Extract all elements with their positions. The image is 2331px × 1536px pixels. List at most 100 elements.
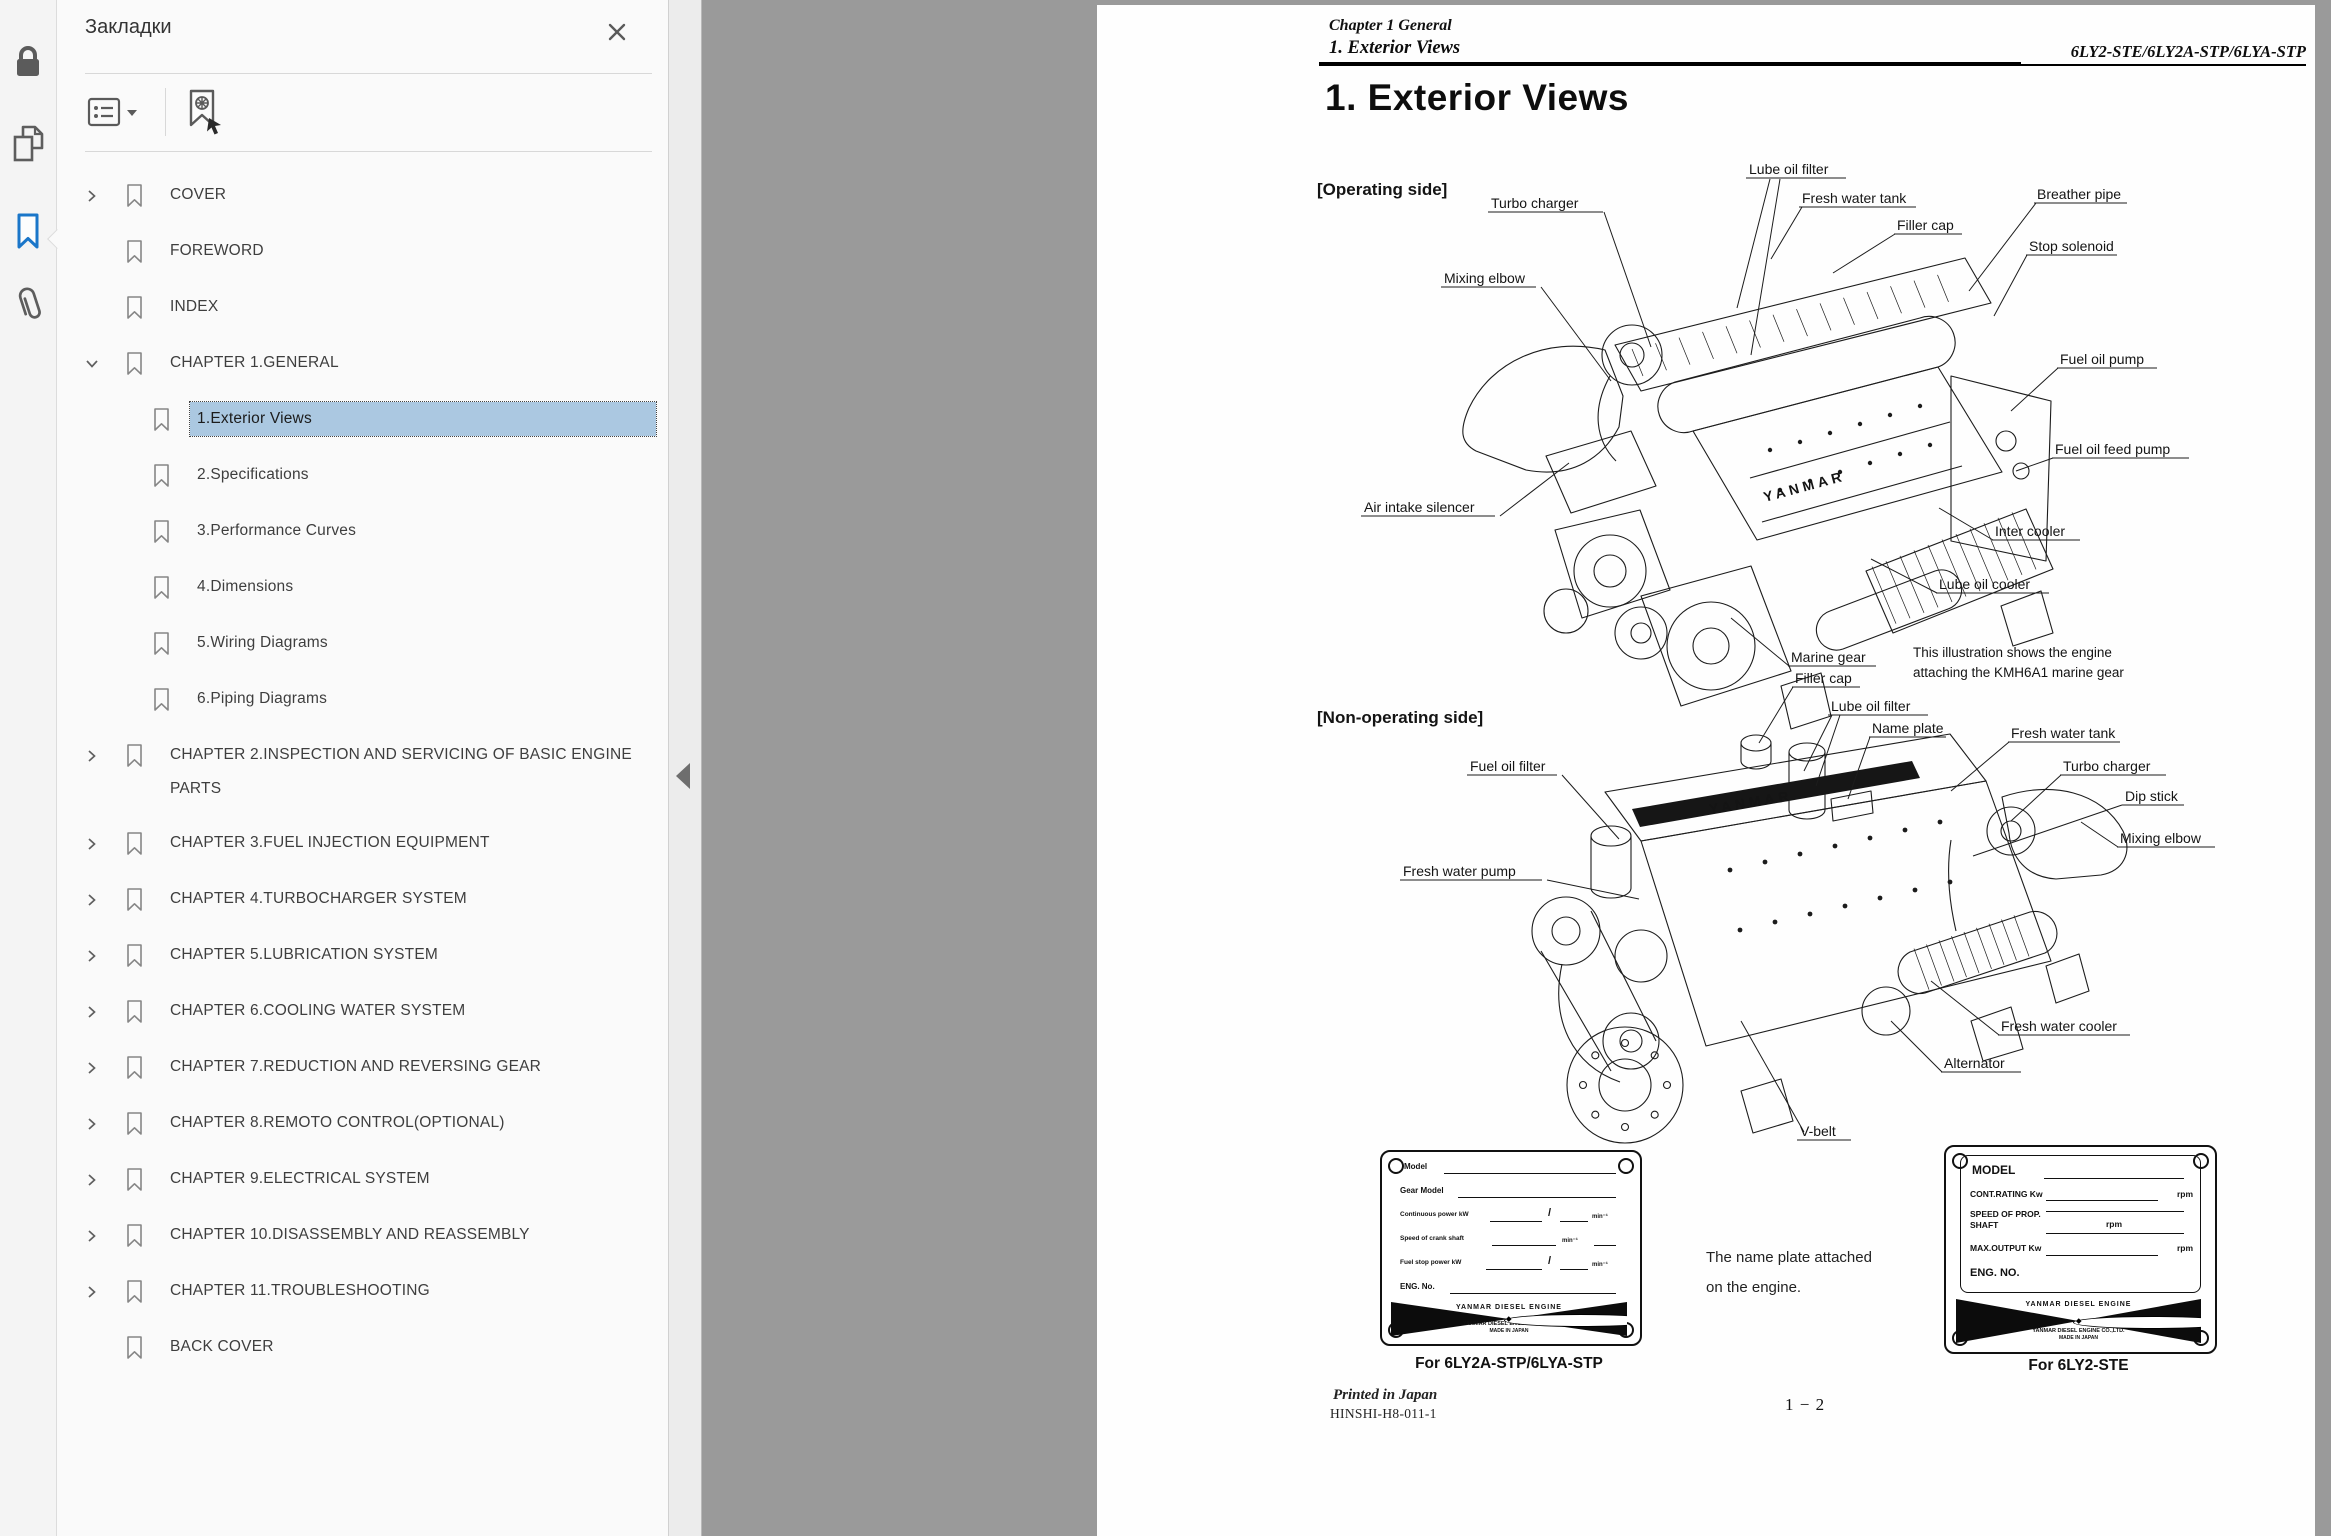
diagram-label: Lube oil cooler [1939, 576, 2030, 592]
close-panel-button[interactable] [604, 20, 630, 46]
bookmark-item[interactable]: INDEX [57, 280, 668, 336]
bookmark-label: CHAPTER 11.TROUBLESHOOTING [163, 1274, 437, 1308]
chevron-right-icon[interactable] [85, 738, 125, 768]
panel-splitter[interactable] [668, 0, 702, 1536]
bookmark-ribbon-icon [152, 626, 172, 662]
band-title: YANMAR DIESEL ENGINE [1433, 1304, 1584, 1311]
bookmark-label: INDEX [163, 290, 225, 324]
bookmark-item[interactable]: COVER [57, 168, 668, 224]
chevron-right-icon[interactable] [85, 178, 125, 208]
plate-unit: min⁻¹ [1592, 1213, 1608, 1220]
plate-row-label: Model [1404, 1162, 1427, 1171]
security-lock-icon[interactable] [8, 40, 48, 84]
bookmark-label: CHAPTER 6.COOLING WATER SYSTEM [163, 994, 472, 1028]
page-running-header-line2: 1. Exterior Views [1329, 38, 1460, 59]
diagram-label: Fresh water cooler [2001, 1018, 2117, 1034]
bookmark-item[interactable]: CHAPTER 1.GENERAL [57, 336, 668, 392]
bookmark-item[interactable]: CHAPTER 7.REDUCTION AND REVERSING GEAR [57, 1040, 668, 1096]
bookmark-item[interactable]: CHAPTER 4.TURBOCHARGER SYSTEM [57, 872, 668, 928]
diagram-label: [Non-operating side] [1317, 708, 1483, 727]
bookmark-item[interactable]: CHAPTER 2.INSPECTION AND SERVICING OF BA… [57, 728, 668, 816]
chevron-right-icon[interactable] [85, 938, 125, 968]
plate-row-label: MAX.OUTPUT Kw [1970, 1243, 2041, 1253]
bookmark-item[interactable]: 1.Exterior Views [57, 392, 668, 448]
diagram-label: Air intake silencer [1364, 499, 1475, 515]
page-thumbnails-icon[interactable] [8, 122, 48, 166]
collapse-panel-arrow[interactable] [676, 763, 690, 789]
bookmark-ribbon-icon [125, 738, 145, 774]
bookmark-item[interactable]: CHAPTER 9.ELECTRICAL SYSTEM [57, 1152, 668, 1208]
attachments-icon[interactable] [8, 283, 48, 327]
engine-illustrations: YANMARYANMAR [1463, 258, 2127, 1143]
diagram-label: Fuel oil pump [2060, 351, 2144, 367]
close-icon [606, 21, 628, 43]
bookmark-label: COVER [163, 178, 233, 212]
bookmark-item[interactable]: 3.Performance Curves [57, 504, 668, 560]
chevron-right-icon[interactable] [85, 826, 125, 856]
bookmark-item[interactable]: CHAPTER 10.DISASSEMBLY AND REASSEMBLY [57, 1208, 668, 1264]
bookmark-options-button[interactable] [87, 96, 139, 130]
bookmark-item[interactable]: 2.Specifications [57, 448, 668, 504]
bookmark-ribbon-icon [125, 1050, 145, 1086]
bookmark-item[interactable]: CHAPTER 8.REMOTO CONTROL(OPTIONAL) [57, 1096, 668, 1152]
bookmark-item[interactable]: 4.Dimensions [57, 560, 668, 616]
document-viewer[interactable]: Chapter 1 General 1. Exterior Views 6LY2… [701, 0, 2331, 1536]
add-bookmark-button[interactable] [183, 88, 225, 138]
diagram-label: This illustration shows the engine [1913, 645, 2112, 660]
bookmark-ribbon-icon [125, 178, 145, 214]
bookmark-item[interactable]: FOREWORD [57, 224, 668, 280]
bookmark-ribbon-icon [125, 826, 145, 862]
diagram-label: Breather pipe [2037, 186, 2121, 202]
footer-printed: Printed in Japan [1333, 1387, 1437, 1404]
panel-title: Закладки [85, 16, 172, 39]
bookmark-label: CHAPTER 2.INSPECTION AND SERVICING OF BA… [163, 738, 656, 806]
name-plate-note: The name plate attached on the engine. [1706, 1243, 1872, 1303]
plate-caption-right: For 6LY2-STE [1944, 1357, 2213, 1375]
bookmark-label: CHAPTER 1.GENERAL [163, 346, 346, 380]
band-origin: MADE IN JAPAN [2000, 1335, 2157, 1341]
bookmark-item[interactable]: CHAPTER 5.LUBRICATION SYSTEM [57, 928, 668, 984]
bookmark-item[interactable]: CHAPTER 6.COOLING WATER SYSTEM [57, 984, 668, 1040]
engine-diagrams: YANMARYANMAR[Operating side]Turbo charge… [1310, 140, 2317, 1145]
bookmark-item[interactable]: 6.Piping Diagrams [57, 672, 668, 728]
bookmark-label: CHAPTER 4.TURBOCHARGER SYSTEM [163, 882, 474, 916]
plate-row-label: Fuel stop power kW [1400, 1259, 1461, 1266]
bookmark-ribbon-icon [125, 994, 145, 1030]
options-list-icon [87, 96, 139, 130]
pdf-page: Chapter 1 General 1. Exterior Views 6LY2… [1097, 5, 2315, 1536]
diagram-label: Marine gear [1791, 649, 1866, 665]
bookmark-ribbon-icon [125, 1162, 145, 1198]
diagram-label: Lube oil filter [1749, 161, 1829, 177]
add-bookmark-icon [183, 88, 225, 138]
chevron-right-icon[interactable] [85, 994, 125, 1024]
bookmarks-panel-icon[interactable] [8, 210, 48, 254]
plate-slash: / [1548, 1207, 1551, 1219]
bookmarks-panel: Закладки COVERFOREWORDINDEXCHAP [57, 0, 668, 1536]
bookmark-label: 1.Exterior Views [190, 402, 656, 436]
bookmark-ribbon-icon [152, 682, 172, 718]
bookmark-ribbon-icon [125, 882, 145, 918]
plate-row-label: CONT.RATING Kw [1970, 1189, 2043, 1199]
chevron-right-icon[interactable] [85, 1218, 125, 1248]
chevron-right-icon[interactable] [85, 1050, 125, 1080]
bookmark-ribbon-icon [152, 402, 172, 438]
engine-brand-lettering: YANMAR [1762, 468, 1847, 505]
diagram-label: Filler cap [1897, 217, 1954, 233]
chevron-right-icon[interactable] [85, 1106, 125, 1136]
yanmar-emblem-icon [1504, 1314, 1628, 1327]
expander-spacer [85, 1330, 125, 1341]
bookmark-item[interactable]: CHAPTER 3.FUEL INJECTION EQUIPMENT [57, 816, 668, 872]
bookmark-item[interactable]: BACK COVER [57, 1320, 668, 1376]
diagram-label: [Operating side] [1317, 180, 1447, 199]
chevron-down-icon[interactable] [85, 346, 125, 375]
diagram-label: Inter cooler [1995, 523, 2065, 539]
bookmark-item[interactable]: 5.Wiring Diagrams [57, 616, 668, 672]
plate-unit: rpm [2177, 1189, 2193, 1199]
bookmark-ribbon-icon [152, 514, 172, 550]
chevron-right-icon[interactable] [85, 1274, 125, 1304]
bookmark-label: CHAPTER 3.FUEL INJECTION EQUIPMENT [163, 826, 497, 860]
chevron-right-icon[interactable] [85, 882, 125, 912]
bookmark-item[interactable]: CHAPTER 11.TROUBLESHOOTING [57, 1264, 668, 1320]
plate-row-label: Continuous power kW [1400, 1211, 1469, 1218]
chevron-right-icon[interactable] [85, 1162, 125, 1192]
